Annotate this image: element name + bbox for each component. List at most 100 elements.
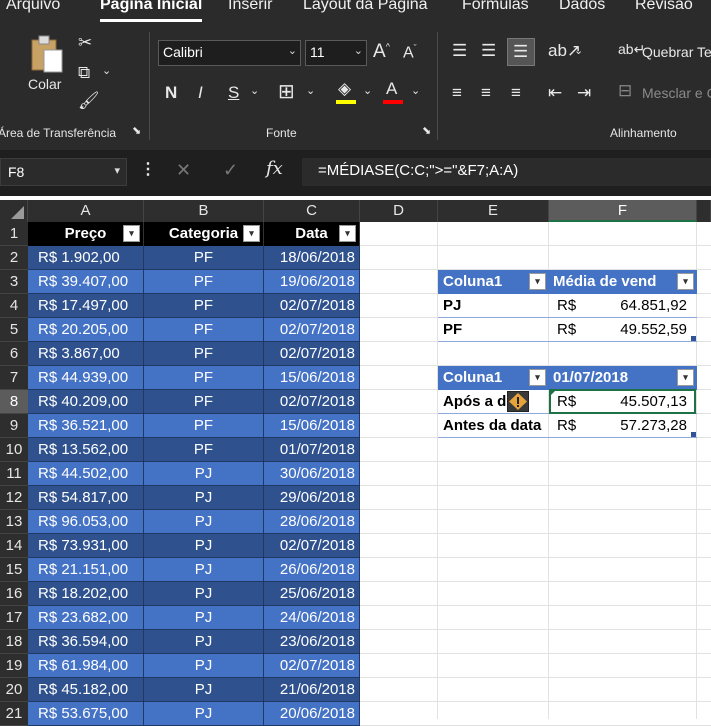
table-cell[interactable]: PF — [144, 270, 264, 294]
table-cell[interactable]: 02/07/2018 — [264, 294, 360, 318]
table-cell[interactable]: R$ 18.202,00 — [28, 582, 144, 606]
increase-indent-icon[interactable]: ⇥ — [577, 84, 591, 101]
table-cell[interactable]: 19/06/2018 — [264, 270, 360, 294]
row-header-19[interactable]: 19 — [0, 654, 28, 678]
tab-inserir[interactable]: Inserir — [228, 0, 272, 14]
align-right-icon[interactable]: ≡ — [511, 84, 521, 101]
table-cell[interactable]: PJ — [144, 606, 264, 630]
table-cell[interactable]: R$ 53.675,00 — [28, 702, 144, 726]
merge-button[interactable]: ⊟ Mesclar e C — [618, 82, 711, 104]
fill-color-button[interactable]: ◈ — [336, 80, 358, 106]
copy-dropdown-icon[interactable]: ⌄ — [102, 66, 111, 77]
row-header-10[interactable]: 10 — [0, 438, 28, 462]
tab-dados[interactable]: Dados — [559, 0, 605, 14]
table-value-cell[interactable]: R$ 49.552,59 — [549, 318, 697, 342]
align-center-icon[interactable]: ≡ — [481, 84, 491, 101]
fill-dropdown-icon[interactable]: ⌄ — [363, 86, 372, 97]
column-header-b[interactable]: B — [144, 200, 264, 222]
tab-formulas[interactable]: Fórmulas — [462, 0, 529, 14]
table-cell[interactable]: PF — [144, 294, 264, 318]
tab-arquivo[interactable]: Arquivo — [6, 0, 60, 14]
table-cell[interactable]: 15/06/2018 — [264, 366, 360, 390]
table-cell[interactable]: 28/06/2018 — [264, 510, 360, 534]
table-cell[interactable]: 29/06/2018 — [264, 486, 360, 510]
table-header-cell[interactable]: Coluna1 ▾ — [438, 366, 549, 390]
row-header-3[interactable]: 3 — [0, 270, 28, 294]
table-cell[interactable]: R$ 3.867,00 — [28, 342, 144, 366]
table-cell[interactable]: PF — [144, 366, 264, 390]
row-header-4[interactable]: 4 — [0, 294, 28, 318]
enter-icon[interactable]: ✓ — [223, 161, 238, 179]
column-header-c[interactable]: C — [264, 200, 360, 222]
bold-button[interactable]: N — [165, 84, 177, 101]
table-cell[interactable]: R$ 20.205,00 — [28, 318, 144, 342]
name-box[interactable]: F8 ▾ — [0, 158, 127, 186]
table-row-label[interactable]: Após a d — [438, 390, 549, 414]
cut-icon[interactable]: ✂ — [78, 34, 92, 51]
format-painter-icon[interactable]: 🖌 — [78, 92, 100, 109]
column-header-d[interactable]: D — [360, 200, 438, 222]
font-name-dropdown[interactable]: Calibri ⌄ — [158, 40, 301, 66]
row-header-13[interactable]: 13 — [0, 510, 28, 534]
table-cell[interactable]: 23/06/2018 — [264, 630, 360, 654]
table-cell[interactable]: R$ 40.209,00 — [28, 390, 144, 414]
row-header-2[interactable]: 2 — [0, 246, 28, 270]
table-header-cell[interactable]: Data ▾ — [264, 222, 360, 246]
filter-dropdown-icon[interactable]: ▾ — [123, 225, 140, 242]
table-cell[interactable]: PJ — [144, 558, 264, 582]
filter-dropdown-icon[interactable]: ▾ — [529, 369, 546, 386]
column-header-g[interactable] — [697, 200, 711, 222]
row-header-6[interactable]: 6 — [0, 342, 28, 366]
row-header-11[interactable]: 11 — [0, 462, 28, 486]
borders-dropdown-icon[interactable]: ⌄ — [306, 86, 315, 97]
table-cell[interactable]: R$ 44.502,00 — [28, 462, 144, 486]
row-header-9[interactable]: 9 — [0, 414, 28, 438]
row-header-8[interactable]: 8 — [0, 390, 28, 414]
table-cell[interactable]: R$ 21.151,00 — [28, 558, 144, 582]
table-cell[interactable]: 02/07/2018 — [264, 654, 360, 678]
font-size-dropdown[interactable]: 11 ⌄ — [305, 40, 367, 66]
filter-dropdown-icon[interactable]: ▾ — [339, 225, 356, 242]
table-cell[interactable]: R$ 44.939,00 — [28, 366, 144, 390]
warning-icon[interactable] — [507, 391, 529, 412]
tab-pagina-inicial[interactable]: Página Inicial — [100, 0, 203, 22]
table-cell[interactable]: R$ 39.407,00 — [28, 270, 144, 294]
table-cell[interactable]: PJ — [144, 582, 264, 606]
table-cell[interactable]: 02/07/2018 — [264, 318, 360, 342]
table-cell[interactable]: R$ 96.053,00 — [28, 510, 144, 534]
table-cell[interactable]: R$ 45.182,00 — [28, 678, 144, 702]
orientation-dropdown-icon[interactable]: ⌄ — [574, 46, 583, 57]
borders-icon[interactable]: ⊞ — [278, 82, 295, 102]
table-header-cell[interactable]: Coluna1 ▾ — [438, 270, 549, 294]
table-cell[interactable]: PJ — [144, 462, 264, 486]
underline-dropdown-icon[interactable]: ⌄ — [250, 86, 259, 97]
table-header-cell[interactable]: Categoria ▾ — [144, 222, 264, 246]
filter-dropdown-icon[interactable]: ▾ — [243, 225, 260, 242]
column-header-e[interactable]: E — [438, 200, 549, 222]
tab-layout-da-pagina[interactable]: Layout da Página — [303, 0, 428, 14]
table-cell[interactable]: PJ — [144, 630, 264, 654]
table-cell[interactable]: PF — [144, 318, 264, 342]
select-all-button[interactable] — [0, 200, 28, 222]
row-header-20[interactable]: 20 — [0, 678, 28, 702]
wrap-text-button[interactable]: ab↵ Quebrar Te — [618, 42, 711, 64]
italic-button[interactable]: I — [198, 84, 203, 101]
table-cell[interactable]: PF — [144, 414, 264, 438]
table-cell[interactable]: R$ 54.817,00 — [28, 486, 144, 510]
table-cell[interactable]: R$ 1.902,00 — [28, 246, 144, 270]
decrease-indent-icon[interactable]: ⇤ — [548, 84, 562, 101]
table-cell[interactable]: PJ — [144, 702, 264, 726]
row-header-15[interactable]: 15 — [0, 558, 28, 582]
align-left-icon[interactable]: ≡ — [452, 84, 462, 101]
row-header-5[interactable]: 5 — [0, 318, 28, 342]
align-middle-icon[interactable]: ☰ — [481, 42, 496, 59]
table-cell[interactable]: 21/06/2018 — [264, 678, 360, 702]
font-color-button[interactable]: A — [383, 80, 405, 106]
column-header-f[interactable]: F — [549, 200, 697, 222]
table-cell[interactable]: 02/07/2018 — [264, 390, 360, 414]
table-cell[interactable]: R$ 73.931,00 — [28, 534, 144, 558]
table-cell[interactable]: PJ — [144, 510, 264, 534]
row-header-12[interactable]: 12 — [0, 486, 28, 510]
table-cell[interactable]: 25/06/2018 — [264, 582, 360, 606]
table-value-cell[interactable]: R$ 57.273,28 — [549, 414, 697, 438]
